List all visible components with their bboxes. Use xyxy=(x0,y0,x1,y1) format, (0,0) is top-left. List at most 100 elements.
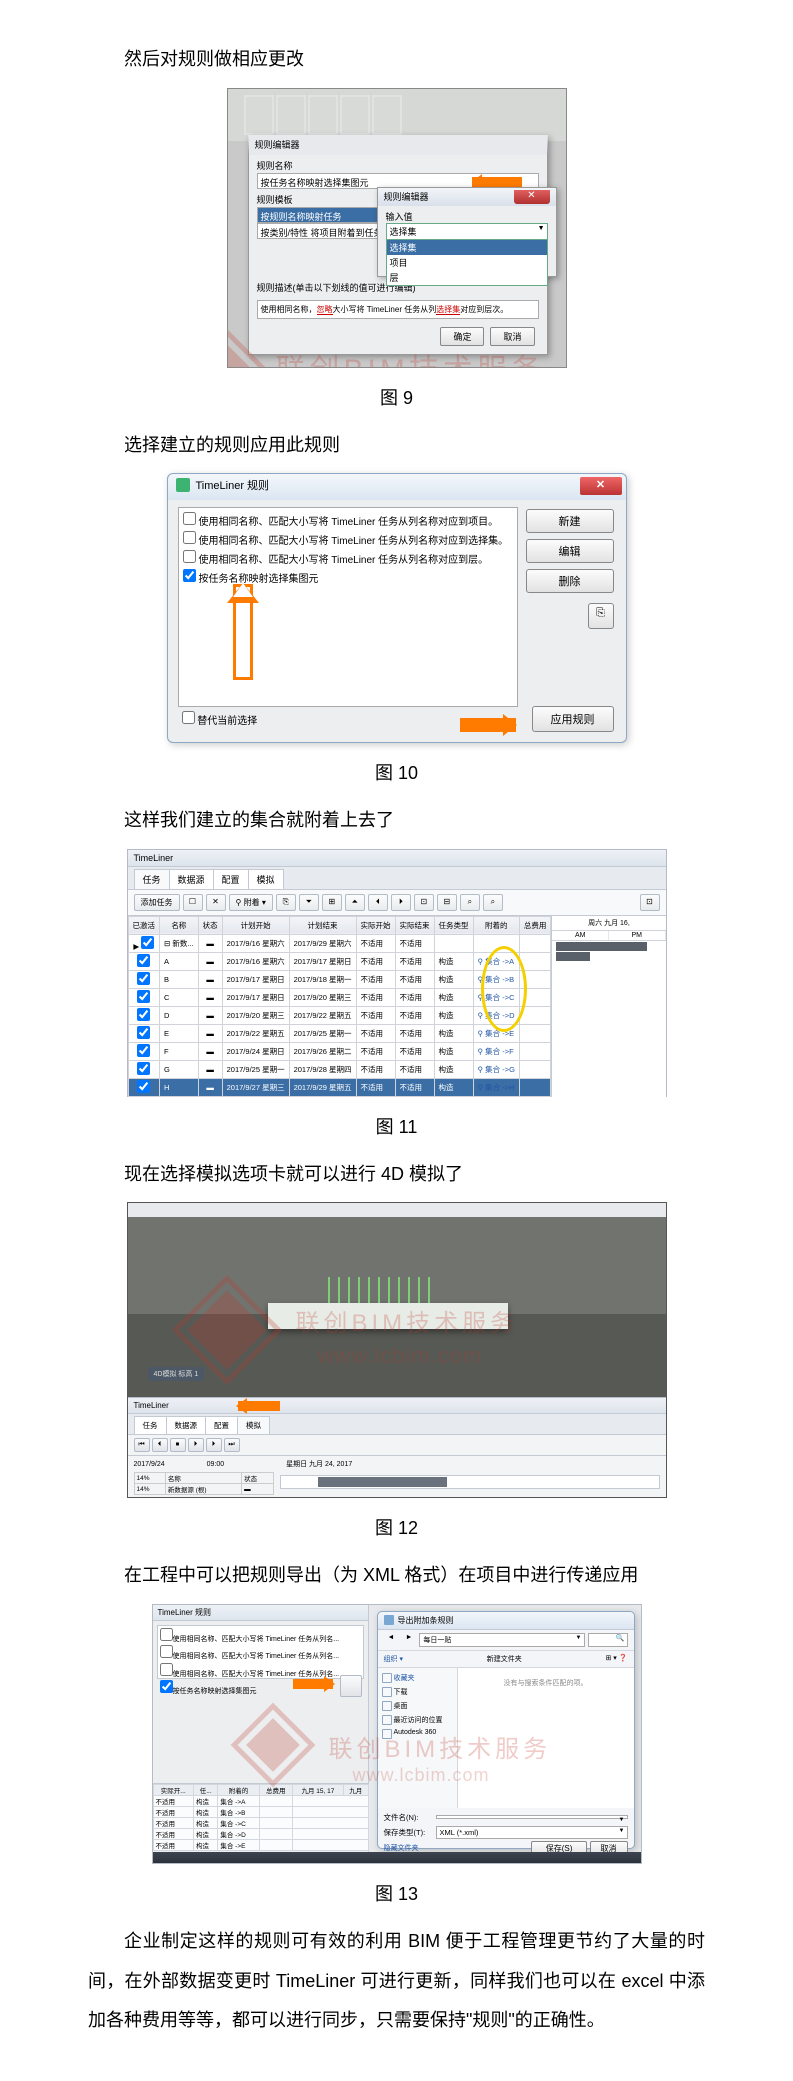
rules-list[interactable]: 使用相同名称、匹配大小写将 TimeLiner 任务从列名称对应到项目。 使用相… xyxy=(178,507,518,707)
toolbtn-icon[interactable]: ⊟ xyxy=(437,894,457,911)
tabs: 任务 数据源 配置 模拟 xyxy=(128,867,666,890)
nav-tree[interactable]: 收藏夹 下载 桌面 最近访问的位置 Autodesk 360 xyxy=(378,1668,458,1808)
search-input[interactable]: 🔍 xyxy=(588,1633,628,1647)
viewport-3d[interactable]: 4D模拟 标高 1 xyxy=(128,1217,666,1397)
figure-10: TimeLiner 规则 ✕ 使用相同名称、匹配大小写将 TimeLiner 任… xyxy=(167,473,627,743)
new-folder-button[interactable]: 新建文件夹 xyxy=(487,1654,522,1664)
toolbtn-icon[interactable]: ⎘ xyxy=(276,894,296,911)
toolbtn-icon[interactable]: ⊡ xyxy=(640,894,660,911)
delete-button[interactable]: 删除 xyxy=(526,569,614,593)
figure-12: 4D模拟 标高 1 联创BIM技术服务 www.lcbim.com TimeLi… xyxy=(127,1202,667,1498)
input-value-label: 输入值 xyxy=(386,210,548,223)
paragraph-6: 企业制定这样的规则可有效的利用 BIM 便于工程管理更节约了大量的时间，在外部数… xyxy=(88,1922,705,2041)
dialog-title: 导出附加条规则 xyxy=(398,1615,454,1626)
paragraph-2: 选择建立的规则应用此规则 xyxy=(88,426,705,466)
annotation-arrow xyxy=(472,177,522,187)
tab-datasource[interactable]: 数据源 xyxy=(169,869,214,889)
watermark-url: www.lcbim.com xyxy=(318,1343,483,1369)
tab-simulate[interactable]: 模拟 xyxy=(248,869,284,889)
dialog-title: TimeLiner 规则 xyxy=(196,477,270,493)
taskbar xyxy=(153,1852,641,1863)
toolbtn-icon[interactable]: ⏷ xyxy=(299,894,319,911)
prev-button[interactable]: ⏴ xyxy=(152,1438,168,1452)
dialog-title: TimeLiner 规则 xyxy=(153,1605,368,1621)
next-button[interactable]: ⏵ xyxy=(206,1438,222,1452)
toolbtn-icon[interactable]: ⊞ xyxy=(322,894,342,911)
play-button[interactable]: ⏵ xyxy=(188,1438,204,1452)
task-table-fragment: 实际开...任...附着的总费用 九月 15, 17九月 不适用构造集合 ->A… xyxy=(153,1783,369,1851)
organize-button[interactable]: 组织 ▾ xyxy=(384,1654,403,1664)
close-icon[interactable]: ✕ xyxy=(580,477,622,495)
toolbtn-icon[interactable]: ⌕ xyxy=(460,894,480,911)
file-list[interactable]: 没有与搜索条件匹配的项。 xyxy=(458,1668,634,1808)
dialog-title: 规则编辑器 xyxy=(255,138,300,151)
gantt-chart: 周六 九月 16, AMPM xyxy=(551,916,665,1097)
filetype-label: 保存类型(T): xyxy=(384,1827,432,1838)
folder-icon xyxy=(384,1615,394,1625)
watermark-url: www.lcbim.com xyxy=(353,1765,490,1786)
cancel-button[interactable]: 取消 xyxy=(490,327,534,346)
timeliner-panel: TimeLiner 任务 数据源 配置 模拟 ⏮ ⏴ ⏹ ⏵ ⏵ ⏭ 2017/… xyxy=(128,1397,666,1497)
caption-11: 图 11 xyxy=(88,1113,705,1139)
annotation-arrow xyxy=(238,1401,280,1411)
panel-title: TimeLiner xyxy=(128,850,666,867)
toolbtn-icon[interactable]: ✕ xyxy=(206,894,226,911)
ok-button[interactable]: 确定 xyxy=(440,327,484,346)
filename-label: 文件名(N): xyxy=(384,1812,432,1823)
edit-button[interactable]: 编辑 xyxy=(526,539,614,563)
paragraph-3: 这样我们建立的集合就附着上去了 xyxy=(88,801,705,841)
toolbtn-icon[interactable]: ☐ xyxy=(183,894,203,911)
export-icon[interactable] xyxy=(340,1675,362,1697)
tab-simulate[interactable]: 模拟 xyxy=(237,1416,270,1434)
sim-time: 09:00 xyxy=(207,1461,225,1468)
value-options[interactable]: 选择集 项目 层 xyxy=(386,239,548,286)
sim-date: 2017/9/24 xyxy=(134,1461,165,1468)
caption-9: 图 9 xyxy=(88,384,705,410)
task-table[interactable]: 已激活名称状态计划开始计划结束实际开始实际结束任务类型附着的总费用 ▶ ⊟ 新数… xyxy=(128,916,552,1097)
toolbtn-icon[interactable]: ⏴ xyxy=(368,894,388,911)
caption-10: 图 10 xyxy=(88,759,705,785)
toolbtn-icon[interactable]: ⌕ xyxy=(483,894,503,911)
stop-button[interactable]: ⏹ xyxy=(170,1438,186,1452)
apply-rule-button[interactable]: 应用规则 xyxy=(532,706,614,732)
menubar xyxy=(128,1203,666,1217)
export-icon[interactable]: ⎘ xyxy=(588,603,614,629)
value-select[interactable]: 选择集 xyxy=(386,223,548,240)
filetype-select[interactable]: XML (*.xml) xyxy=(436,1826,628,1839)
replace-checkbox[interactable]: 替代当前选择 xyxy=(182,711,258,727)
toolbtn-icon[interactable]: ⏶ xyxy=(345,894,365,911)
paragraph-5: 在工程中可以把规则导出（为 XML 格式）在项目中进行传递应用 xyxy=(88,1556,705,1596)
figure-9: 规则编辑器 规则名称 按任务名称映射选择集图元 规则模板 按规则名称映射任务 按… xyxy=(227,88,567,368)
annotation-arrow xyxy=(233,584,253,680)
save-dialog: 导出附加条规则 ◄ ► 每日一贴 🔍 组织 ▾ 新建文件夹 ⊞ ▾ ❓ 收藏夹 … xyxy=(377,1611,635,1849)
toolbar: 添加任务 ☐ ✕ ⚲ 附着 ▾ ⎘ ⏷ ⊞ ⏶ ⏴ ⏵ ⊡ ⊟ ⌕ ⌕ ⊡ xyxy=(128,890,666,916)
add-task-button[interactable]: 添加任务 xyxy=(134,894,180,911)
toolbtn-icon[interactable]: ⏵ xyxy=(391,894,411,911)
end-button[interactable]: ⏭ xyxy=(224,1438,240,1452)
path-combo[interactable]: 每日一贴 xyxy=(419,1633,584,1647)
caption-13: 图 13 xyxy=(88,1880,705,1906)
toolbtn-icon[interactable]: ⊡ xyxy=(414,894,434,911)
paragraph-4: 现在选择模拟选项卡就可以进行 4D 模拟了 xyxy=(88,1155,705,1195)
rules-dialog: TimeLiner 规则 使用相同名称、匹配大小写将 TimeLiner 任务从… xyxy=(153,1605,369,1863)
slider-label: 星期日 九月 24, 2017 xyxy=(286,1461,352,1468)
timeline[interactable] xyxy=(280,1475,660,1489)
tab-tasks[interactable]: 任务 xyxy=(134,1416,167,1434)
annotation-arrow xyxy=(293,1679,333,1689)
view-label: 4D模拟 标高 1 xyxy=(148,1367,205,1381)
sub-dialog-title: 规则编辑器 xyxy=(384,190,429,204)
rule-name-label: 规则名称 xyxy=(257,159,539,172)
rewind-button[interactable]: ⏮ xyxy=(134,1438,150,1452)
attach-button[interactable]: ⚲ 附着 ▾ xyxy=(229,894,273,911)
filename-input[interactable] xyxy=(436,1815,628,1819)
app-icon xyxy=(176,478,190,492)
tab-tasks[interactable]: 任务 xyxy=(134,869,170,889)
tab-config[interactable]: 配置 xyxy=(213,869,249,889)
rules-list[interactable]: 使用相同名称、匹配大小写将 TimeLiner 任务从列名... 使用相同名称、… xyxy=(157,1625,364,1679)
tab-datasource[interactable]: 数据源 xyxy=(166,1416,207,1434)
new-button[interactable]: 新建 xyxy=(526,509,614,533)
figure-11: TimeLiner 任务 数据源 配置 模拟 添加任务 ☐ ✕ ⚲ 附着 ▾ ⎘… xyxy=(127,849,667,1097)
playback-controls: ⏮ ⏴ ⏹ ⏵ ⏵ ⏭ xyxy=(128,1435,666,1456)
tab-config[interactable]: 配置 xyxy=(205,1416,238,1434)
close-icon[interactable]: ✕ xyxy=(514,190,550,204)
